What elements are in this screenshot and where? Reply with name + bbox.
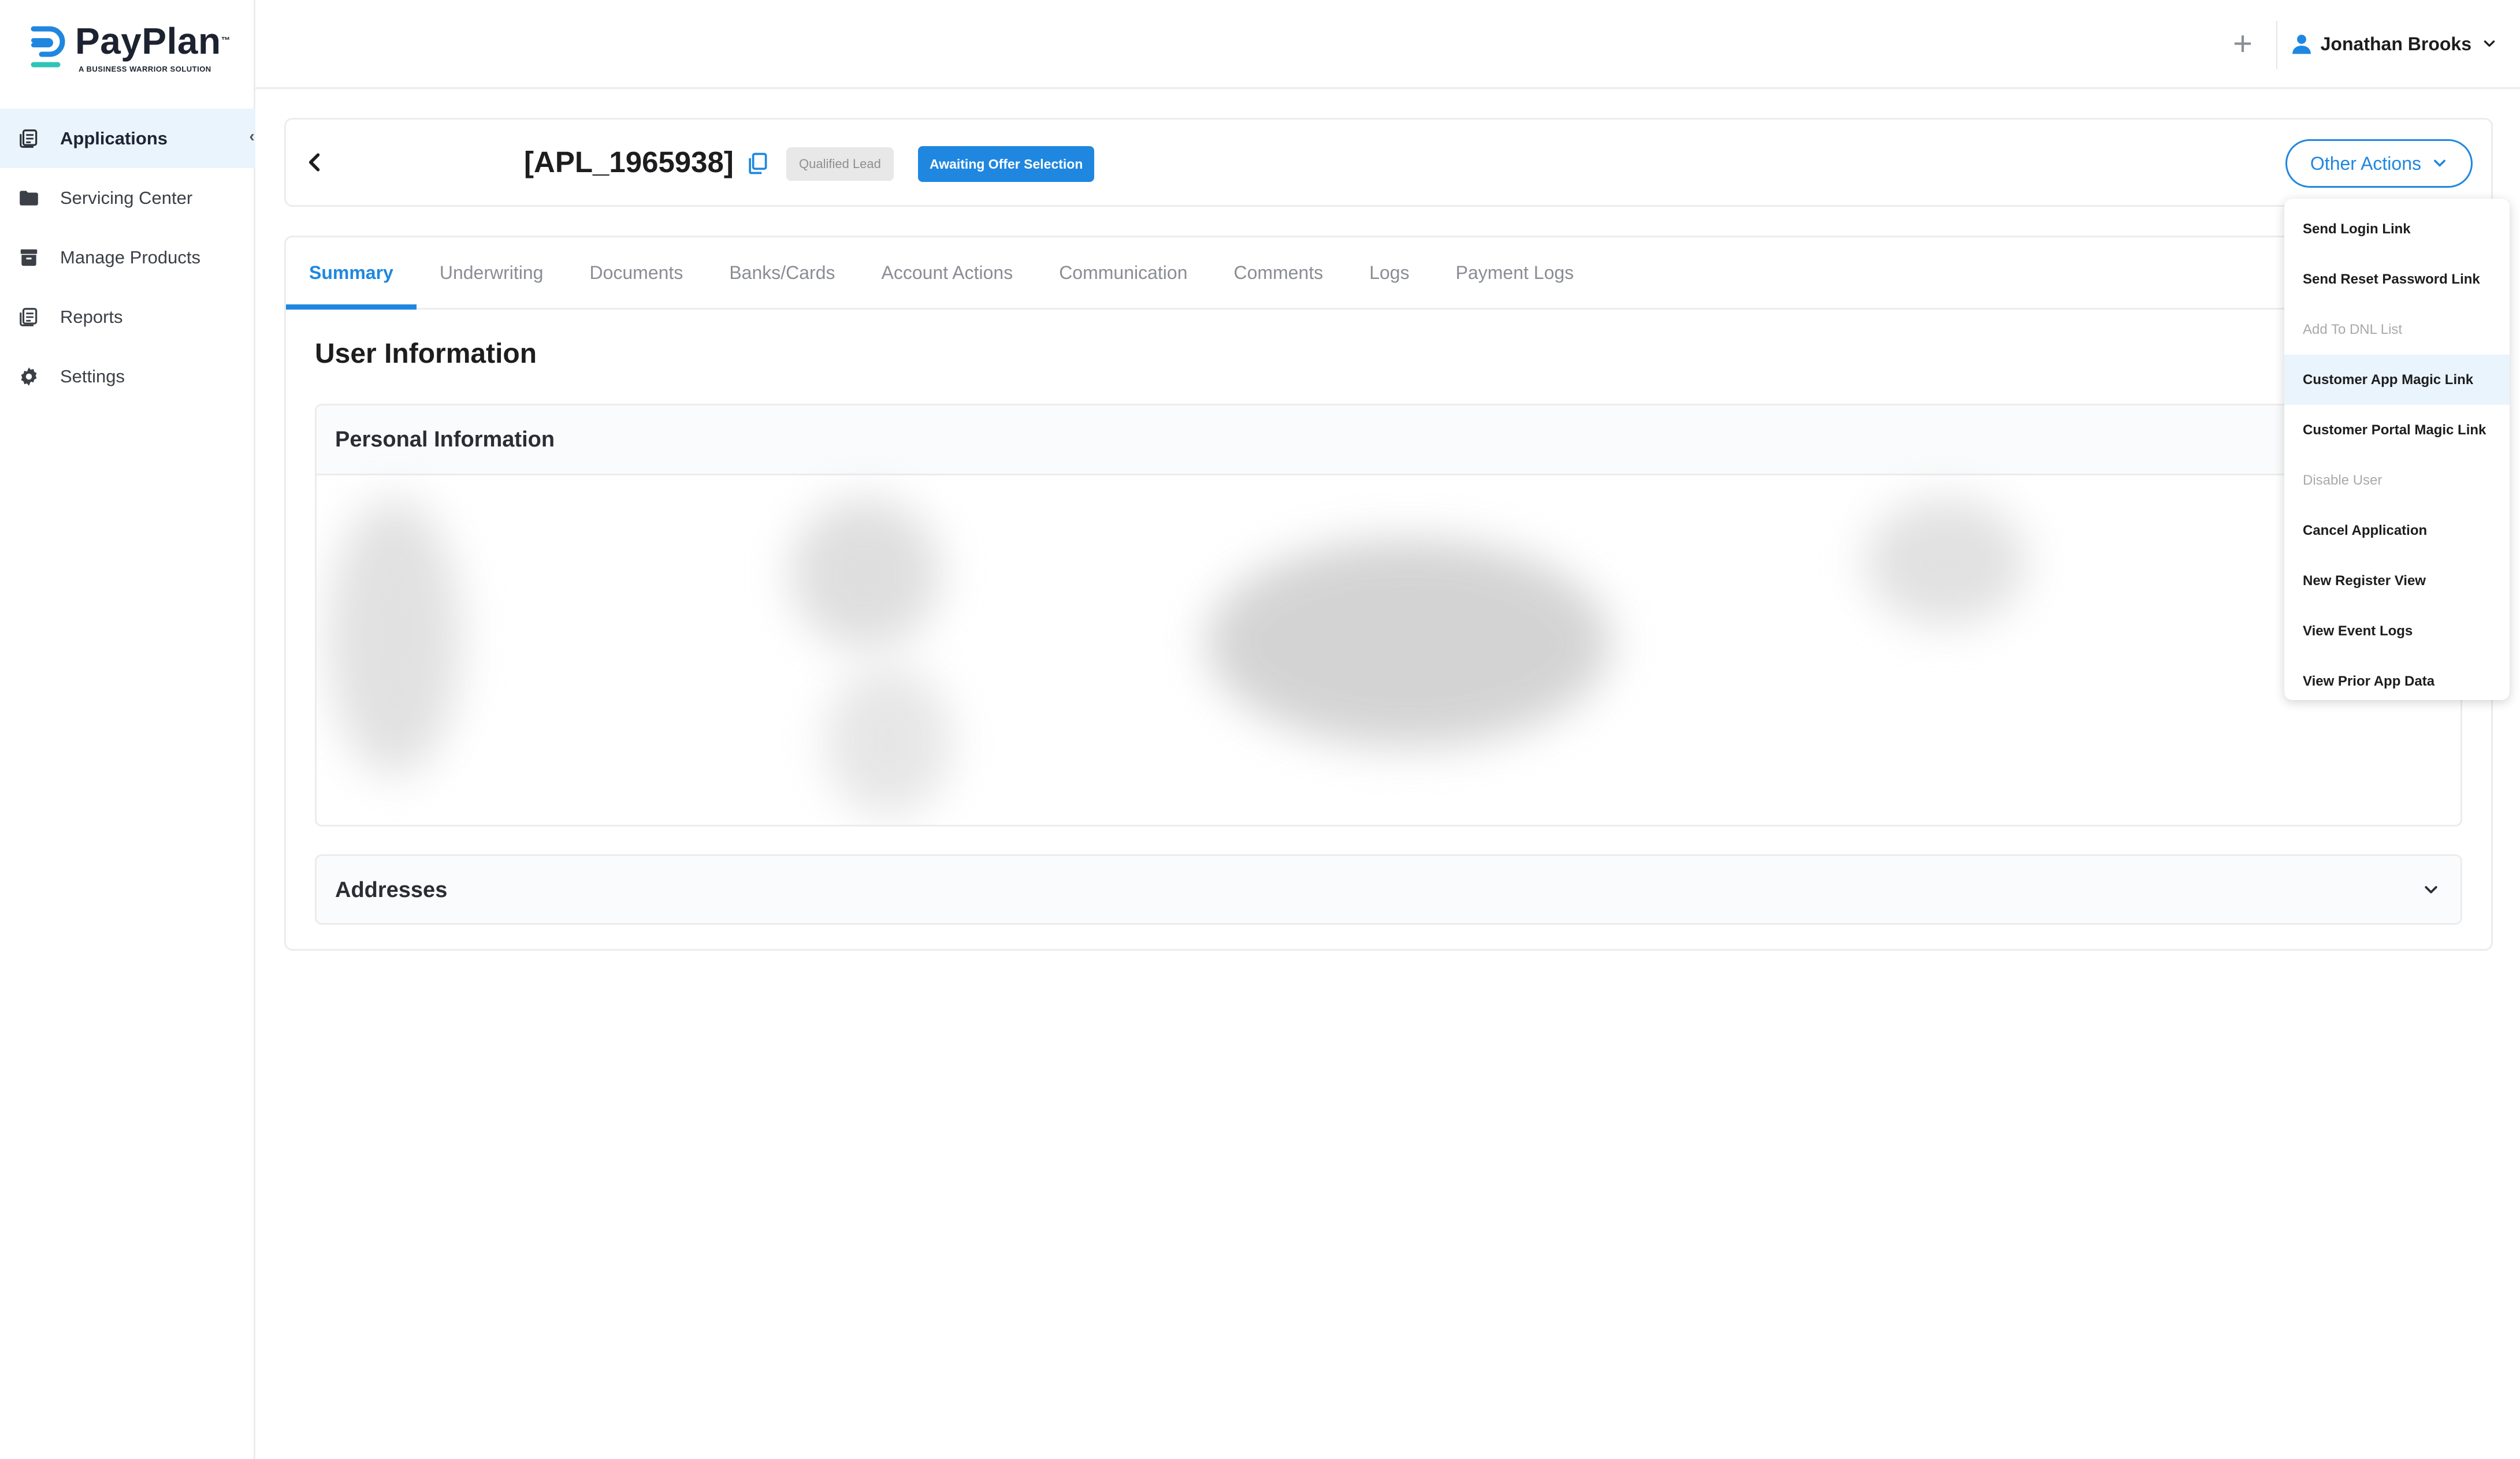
sidebar: PayPlan™ A BUSINESS WARRIOR SOLUTION App… bbox=[0, 0, 255, 1459]
other-actions-label: Other Actions bbox=[2310, 152, 2421, 174]
header-divider bbox=[2276, 21, 2277, 69]
section-title: User Information bbox=[315, 338, 537, 369]
tab-comments[interactable]: Comments bbox=[1211, 237, 1347, 308]
application-status-badge: Awaiting Offer Selection bbox=[918, 146, 1095, 182]
tab-bar: Summary Underwriting Documents Banks/Car… bbox=[286, 237, 2491, 310]
menu-item-send-reset-password-link[interactable]: Send Reset Password Link bbox=[2284, 254, 2510, 304]
add-icon[interactable]: + bbox=[2224, 25, 2261, 62]
tab-banks-cards[interactable]: Banks/Cards bbox=[706, 237, 858, 308]
application-detail-card: Summary Underwriting Documents Banks/Car… bbox=[284, 236, 2493, 951]
menu-item-customer-portal-magic-link[interactable]: Customer Portal Magic Link bbox=[2284, 405, 2510, 455]
sidebar-item-settings[interactable]: Settings bbox=[0, 347, 255, 406]
redacted-content bbox=[317, 475, 2460, 820]
sidebar-nav: Applications ‹ Servicing Center Manage P… bbox=[0, 109, 255, 406]
panel-header[interactable]: Addresses bbox=[317, 856, 2460, 923]
user-name: Jonathan Brooks bbox=[2320, 33, 2471, 54]
back-arrow-icon[interactable] bbox=[302, 150, 328, 175]
top-header: + Jonathan Brooks bbox=[255, 0, 2520, 89]
document-stack-icon bbox=[17, 127, 40, 150]
chevron-down-icon bbox=[2484, 40, 2495, 47]
sidebar-item-label: Applications bbox=[60, 128, 168, 148]
folder-icon bbox=[17, 187, 40, 210]
report-icon bbox=[17, 306, 40, 329]
user-menu[interactable]: Jonathan Brooks bbox=[2291, 27, 2497, 61]
menu-item-disable-user: Disable User bbox=[2303, 472, 2383, 488]
chevron-down-icon bbox=[2434, 159, 2445, 167]
menu-item-new-register-view[interactable]: New Register View bbox=[2284, 556, 2510, 606]
tab-logs[interactable]: Logs bbox=[1346, 237, 1432, 308]
personal-information-panel: Personal Information bbox=[315, 404, 2462, 827]
menu-item-add-to-dnl-list: Add To DNL List bbox=[2303, 321, 2403, 337]
archive-box-icon bbox=[17, 246, 40, 269]
tab-documents[interactable]: Documents bbox=[566, 237, 706, 308]
sidebar-item-servicing-center[interactable]: Servicing Center bbox=[0, 168, 255, 228]
gear-icon bbox=[17, 365, 40, 388]
other-actions-button[interactable]: Other Actions bbox=[2285, 139, 2473, 188]
menu-item-send-login-link[interactable]: Send Login Link bbox=[2284, 204, 2510, 254]
addresses-panel[interactable]: Addresses bbox=[315, 854, 2462, 925]
panel-header: Personal Information bbox=[317, 405, 2460, 475]
tab-summary[interactable]: Summary bbox=[286, 237, 417, 310]
payplan-logo[interactable]: PayPlan™ A BUSINESS WARRIOR SOLUTION bbox=[29, 23, 231, 75]
sidebar-item-reports[interactable]: Reports bbox=[0, 287, 255, 347]
menu-item-view-event-logs[interactable]: View Event Logs bbox=[2284, 606, 2510, 656]
brand-name: PayPlan bbox=[75, 20, 221, 62]
payplan-logo-icon bbox=[31, 26, 65, 68]
brand-tagline: A BUSINESS WARRIOR SOLUTION bbox=[79, 65, 211, 73]
menu-item-customer-app-magic-link[interactable]: Customer App Magic Link bbox=[2284, 355, 2510, 405]
tab-communication[interactable]: Communication bbox=[1036, 237, 1210, 308]
sidebar-item-manage-products[interactable]: Manage Products bbox=[0, 228, 255, 287]
tab-payment-logs[interactable]: Payment Logs bbox=[1433, 237, 1597, 308]
menu-item-view-prior-app-data[interactable]: View Prior App Data bbox=[2284, 656, 2510, 706]
copy-icon[interactable] bbox=[745, 151, 770, 176]
application-id: [APL_1965938] bbox=[524, 146, 734, 178]
collapse-sidebar-icon[interactable]: ‹ bbox=[244, 125, 260, 148]
other-actions-menu: Send Login Link Send Reset Password Link… bbox=[2284, 199, 2510, 700]
sidebar-item-label: Manage Products bbox=[60, 247, 200, 267]
tab-underwriting[interactable]: Underwriting bbox=[417, 237, 567, 308]
application-header: [APL_1965938] Qualified Lead Awaiting Of… bbox=[284, 118, 2493, 207]
sidebar-item-label: Settings bbox=[60, 366, 125, 386]
tab-account-actions[interactable]: Account Actions bbox=[858, 237, 1036, 308]
user-icon bbox=[2292, 35, 2311, 54]
panel-title: Addresses bbox=[335, 877, 448, 902]
sidebar-item-applications[interactable]: Applications ‹ bbox=[0, 109, 255, 168]
lead-status-badge: Qualified Lead bbox=[786, 147, 894, 181]
sidebar-item-label: Reports bbox=[60, 306, 123, 327]
sidebar-item-label: Servicing Center bbox=[60, 187, 193, 208]
chevron-down-icon bbox=[2425, 886, 2437, 894]
menu-item-cancel-application[interactable]: Cancel Application bbox=[2284, 505, 2510, 556]
